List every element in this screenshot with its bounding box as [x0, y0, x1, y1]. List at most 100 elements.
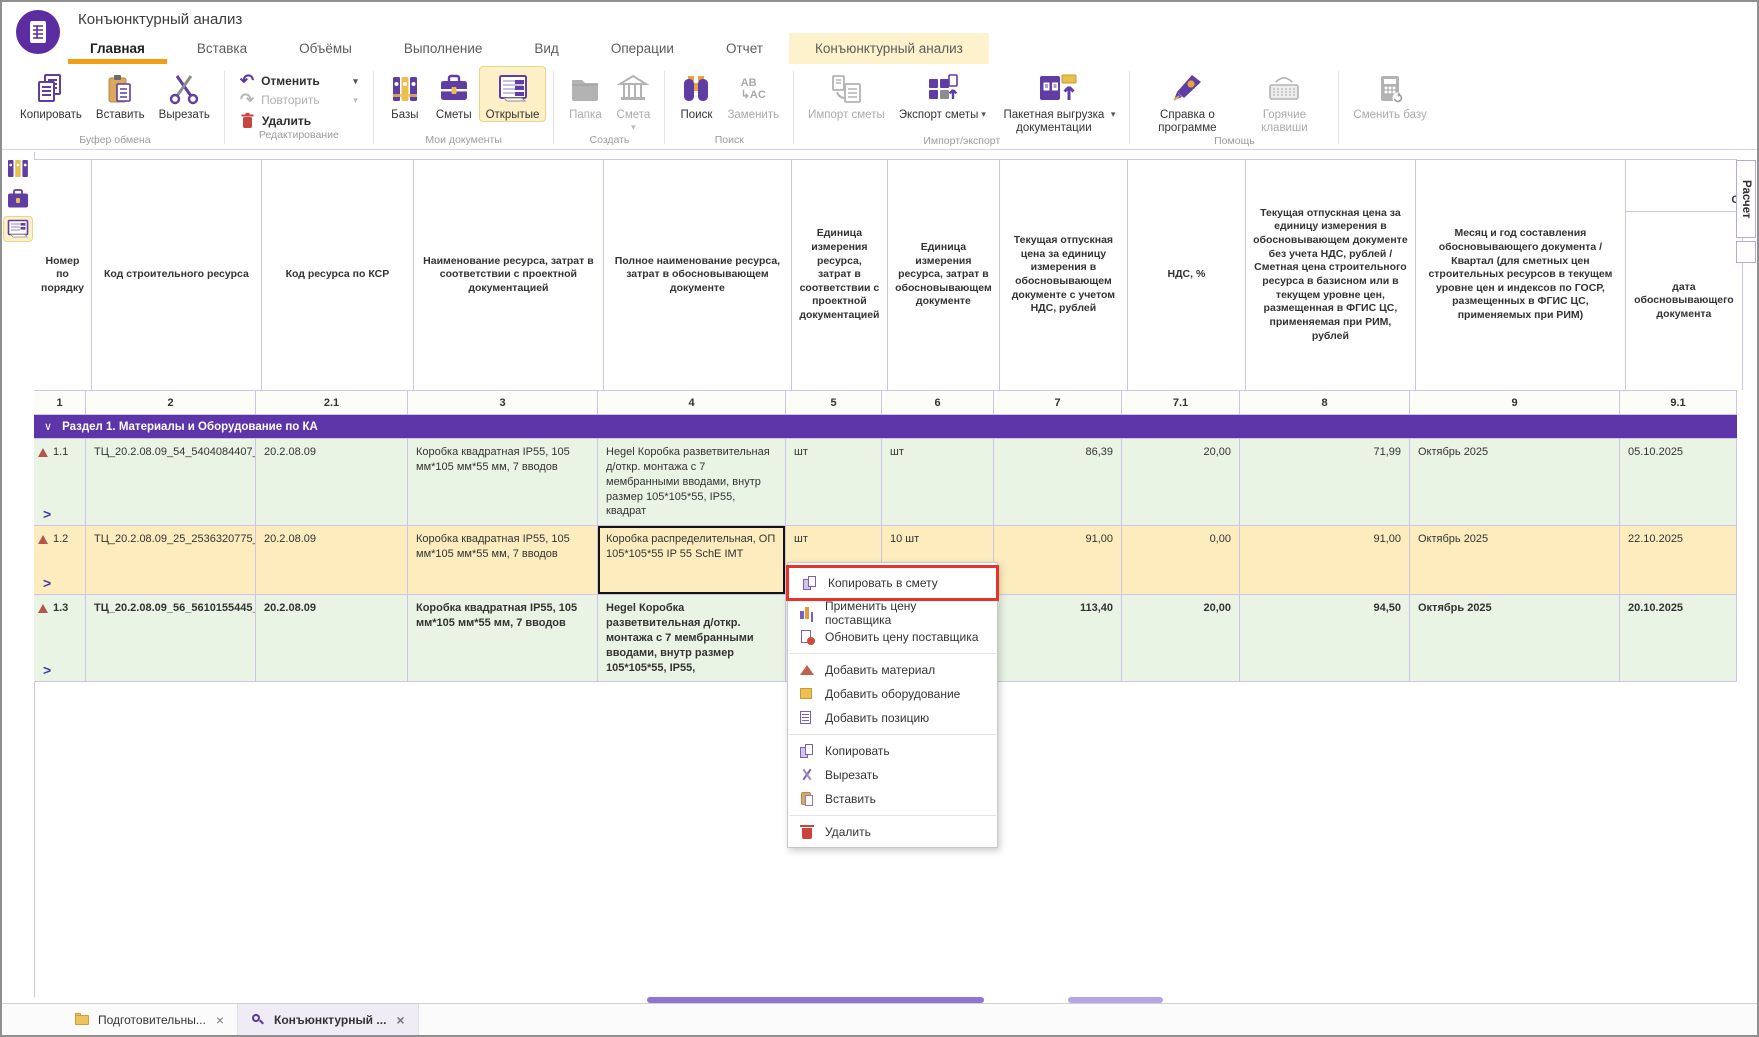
cell[interactable]: 71,99 [1240, 439, 1410, 525]
menu-item[interactable]: Обновить цену поставщика [788, 625, 997, 649]
cell[interactable]: 0,00 [1122, 526, 1240, 594]
column-header[interactable]: Полное наименование ресурса, затрат в об… [604, 160, 792, 390]
cell[interactable]: Октябрь 2025 [1410, 526, 1620, 594]
paste-button[interactable]: Вставить [89, 66, 152, 122]
document-tab[interactable]: Конъюнктурный ...× [238, 1004, 419, 1035]
chevron-down-icon[interactable]: ▾ [631, 122, 636, 133]
menu-item[interactable]: Копировать [788, 739, 997, 763]
cut-button[interactable]: Вырезать [152, 66, 217, 122]
cell[interactable]: Hegel Коробка разветвительная д/откр. мо… [598, 439, 786, 525]
cell[interactable]: ТЦ_20.2.08.09_25_2536320775_22.10.2025_0… [86, 526, 256, 594]
about-button[interactable]: Справка о программе [1137, 66, 1237, 135]
cell[interactable]: 20.2.08.09 [256, 595, 408, 681]
row-number-cell[interactable]: 1.3> [34, 595, 86, 681]
chevron-down-icon[interactable]: ▾ [981, 109, 986, 120]
cell[interactable]: шт [882, 439, 994, 525]
copy-button[interactable]: Копировать [13, 66, 89, 122]
cell[interactable]: 91,00 [1240, 526, 1410, 594]
cell[interactable]: 22.10.2025 [1620, 526, 1737, 594]
ribbon-tab[interactable]: Выполнение [378, 33, 509, 64]
section-row[interactable]: ∨ Раздел 1. Материалы и Оборудование по … [34, 415, 1737, 439]
cell[interactable]: 94,50 [1240, 595, 1410, 681]
column-header[interactable]: Наименование ресурса, затрат в соответст… [414, 160, 604, 390]
menu-item[interactable]: Вырезать [788, 763, 997, 787]
ribbon-tab[interactable]: Вид [508, 33, 584, 64]
ribbon-tab[interactable]: Конъюнктурный анализ [789, 33, 989, 64]
column-header[interactable]: Единица измерения ресурса, затрат в соот… [792, 160, 888, 390]
side-tab-stub[interactable] [1736, 241, 1756, 263]
import-button[interactable]: Импорт сметы [801, 66, 892, 122]
smeta-create-button[interactable]: Смета ▾ [609, 66, 657, 133]
collapse-chevron-icon[interactable]: ∨ [44, 420, 52, 433]
ribbon-tab[interactable]: Вставка [171, 33, 273, 64]
ribbon-tab[interactable]: Отчет [700, 33, 789, 64]
delete-button[interactable]: Удалить [240, 112, 358, 129]
replace-button[interactable]: AB↳AC Заменить [720, 66, 786, 122]
cell[interactable]: ТЦ_20.2.08.09_54_5404084407_05.10.2025_0… [86, 439, 256, 525]
menu-item[interactable]: Копировать в смету [786, 565, 999, 601]
column-header[interactable]: Код строительного ресурса [92, 160, 262, 390]
search-button[interactable]: Поиск [672, 66, 720, 122]
expand-chevron-icon[interactable]: > [43, 577, 51, 589]
column-header[interactable]: Месяц и год составления обосновывающего … [1416, 160, 1626, 390]
batch-export-button[interactable]: Пакетная выгрузка документации ▾ [993, 66, 1123, 135]
column-header[interactable]: Одата обосновывающего документа [1626, 160, 1743, 390]
column-header[interactable]: Текущая отпускная цена за единицу измере… [1000, 160, 1128, 390]
ribbon-tab[interactable]: Операции [585, 33, 700, 64]
table-row[interactable]: 1.1>ТЦ_20.2.08.09_54_5404084407_05.10.20… [34, 439, 1737, 526]
cell[interactable]: Октябрь 2025 [1410, 439, 1620, 525]
undo-button[interactable]: ↶ Отменить ▾ [240, 74, 358, 88]
change-base-button[interactable]: Сменить базу [1346, 66, 1433, 122]
hotkeys-button[interactable]: Горячие клавиши [1237, 66, 1331, 135]
menu-item[interactable]: Добавить материал [788, 658, 997, 682]
cell[interactable]: Октябрь 2025 [1410, 595, 1620, 681]
expand-chevron-icon[interactable]: > [43, 664, 51, 676]
cell[interactable]: 86,39 [994, 439, 1122, 525]
cell[interactable]: 91,00 [994, 526, 1122, 594]
menu-item[interactable]: Добавить позицию [788, 706, 997, 730]
close-icon[interactable]: × [216, 1012, 224, 1028]
chevron-down-icon[interactable]: ▾ [1111, 109, 1116, 120]
cell[interactable]: Коробка квадратная IP55, 105 мм*105 мм*5… [408, 595, 598, 681]
cell[interactable]: Коробка квадратная IP55, 105 мм*105 мм*5… [408, 439, 598, 525]
row-number-cell[interactable]: 1.1> [34, 439, 86, 525]
menu-item[interactable]: Добавить оборудование [788, 682, 997, 706]
redo-button[interactable]: ↷ Повторить ▾ [240, 93, 358, 107]
strip-opened-button[interactable] [4, 217, 32, 241]
column-header[interactable]: Единица измерения ресурса, затрат в обос… [888, 160, 1000, 390]
opened-button[interactable]: Открытые [479, 66, 547, 122]
column-header[interactable]: Текущая отпускная цена за единицу измере… [1246, 160, 1416, 390]
cell[interactable]: шт [786, 439, 882, 525]
export-button[interactable]: Экспорт сметы ▾ [892, 66, 993, 122]
cell[interactable]: 20,00 [1122, 595, 1240, 681]
menu-item[interactable]: Вставить [788, 787, 997, 811]
close-icon[interactable]: × [396, 1012, 404, 1028]
document-tab[interactable]: Подготовительны...× [62, 1004, 238, 1035]
cell[interactable]: 20.2.08.09 [256, 439, 408, 525]
row-number-cell[interactable]: 1.2> [34, 526, 86, 594]
strip-bases-button[interactable] [4, 157, 32, 181]
cell[interactable]: Коробка распределительная, ОП 105*105*55… [598, 526, 786, 594]
folder-button[interactable]: Папка ▾ [561, 66, 609, 133]
expand-chevron-icon[interactable]: > [43, 508, 51, 520]
column-header[interactable]: НДС, % [1128, 160, 1246, 390]
cell[interactable]: 05.10.2025 [1620, 439, 1737, 525]
ribbon-tab[interactable]: Объёмы [273, 33, 378, 64]
cell[interactable]: 20.2.08.09 [256, 526, 408, 594]
menu-item[interactable]: Удалить [788, 820, 997, 844]
menu-item[interactable]: Применить цену поставщика [788, 601, 997, 625]
cell[interactable]: 20.10.2025 [1620, 595, 1737, 681]
cell[interactable]: 113,40 [994, 595, 1122, 681]
strip-smety-button[interactable] [4, 187, 32, 211]
chevron-down-icon[interactable]: ▾ [353, 95, 358, 106]
cell[interactable]: ТЦ_20.2.08.09_56_5610155445_20.10.2025_0… [86, 595, 256, 681]
chevron-down-icon[interactable]: ▾ [353, 76, 358, 87]
ribbon-tab[interactable]: Главная [64, 33, 171, 64]
cell[interactable]: Hegel Коробка разветвительная д/откр. мо… [598, 595, 786, 681]
cell[interactable]: 20,00 [1122, 439, 1240, 525]
column-header[interactable]: Номер по порядку [34, 160, 92, 390]
smety-button[interactable]: Сметы [429, 66, 479, 122]
bases-button[interactable]: Базы [381, 66, 429, 122]
cell[interactable]: Коробка квадратная IP55, 105 мм*105 мм*5… [408, 526, 598, 594]
column-header[interactable]: Код ресурса по КСР [262, 160, 414, 390]
